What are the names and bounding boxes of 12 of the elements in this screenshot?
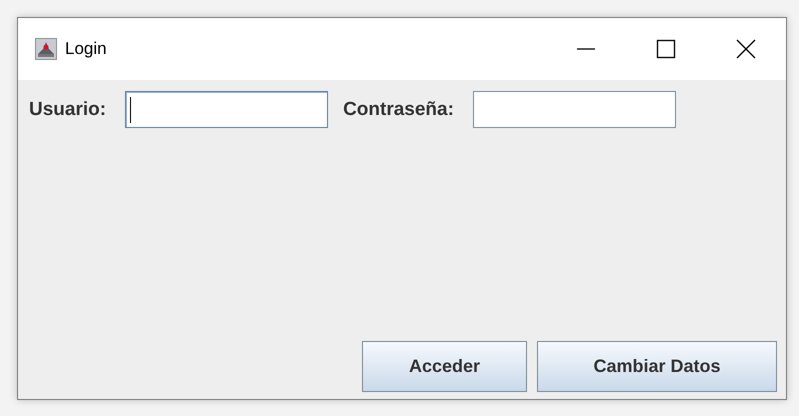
action-button[interactable]: Cambiar Datos	[537, 341, 777, 392]
close-icon	[736, 39, 756, 59]
input-field[interactable]	[472, 91, 676, 128]
text-cursor	[130, 96, 132, 122]
app-icon	[35, 38, 57, 60]
minimize-icon	[576, 48, 596, 50]
field-label: Contraseña:	[343, 98, 454, 120]
input-field[interactable]	[125, 91, 328, 128]
maximize-icon	[656, 39, 676, 59]
action-button[interactable]: Acceder	[362, 341, 527, 392]
window-title: Login	[65, 39, 107, 59]
field-label: Usuario:	[29, 98, 106, 120]
